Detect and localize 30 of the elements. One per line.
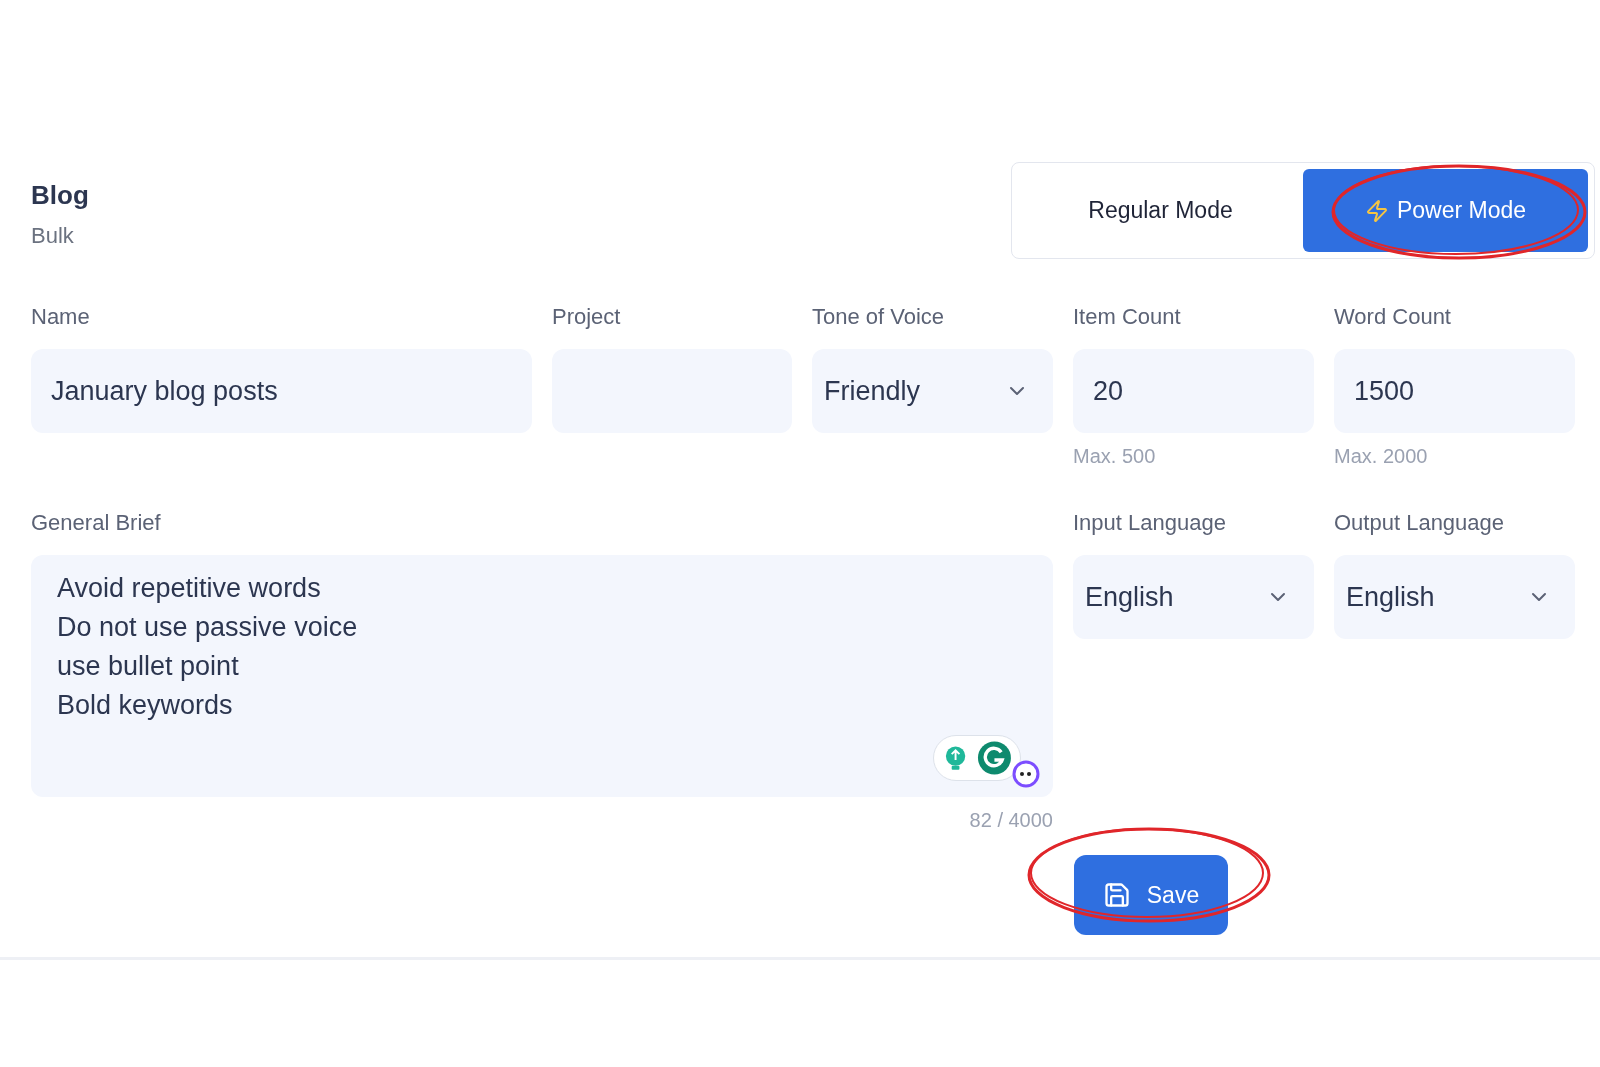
field-label: General Brief [31, 509, 162, 537]
brief-line: Do not use passive voice [57, 611, 359, 644]
field-label: Item Count [1073, 303, 1182, 331]
character-counter: 82 / 4000 [969, 808, 1053, 833]
field-label: Output Language [1334, 509, 1506, 537]
field-label: Project [552, 303, 622, 331]
dropdown-field[interactable]: Friendly [812, 349, 1053, 433]
dropdown-field[interactable]: English [1073, 555, 1314, 639]
brief-line: Bold keywords [57, 689, 234, 722]
mode-tab[interactable]: Power Mode [1303, 169, 1588, 252]
field-label: Tone of Voice [812, 303, 946, 331]
input-field[interactable]: 20 [1073, 349, 1314, 433]
brief-line: Avoid repetitive words [57, 572, 322, 605]
dropdown-field[interactable]: English [1334, 555, 1575, 639]
brief-line: use bullet point [57, 650, 240, 683]
letter-g-icon [977, 740, 1012, 776]
field-label: Input Language [1073, 509, 1227, 537]
field-hint: Max. 500 [1073, 444, 1157, 469]
save-button[interactable]: Save [1074, 855, 1228, 935]
field-label: Word Count [1334, 303, 1452, 331]
input-field[interactable]: January blog posts [31, 349, 532, 433]
assistant-pill[interactable] [933, 735, 1021, 781]
page-subtitle: Bulk [31, 222, 75, 250]
input-field[interactable]: 1500 [1334, 349, 1575, 433]
field-hint: Max. 2000 [1334, 444, 1429, 469]
face-icon [1011, 759, 1041, 789]
page-title: Blog [31, 179, 89, 212]
lightning-icon [1364, 198, 1389, 223]
field-label: Name [31, 303, 91, 331]
text-area[interactable]: Avoid repetitive words Do not use passive voice use bullet point Bold keywords [31, 555, 1053, 797]
